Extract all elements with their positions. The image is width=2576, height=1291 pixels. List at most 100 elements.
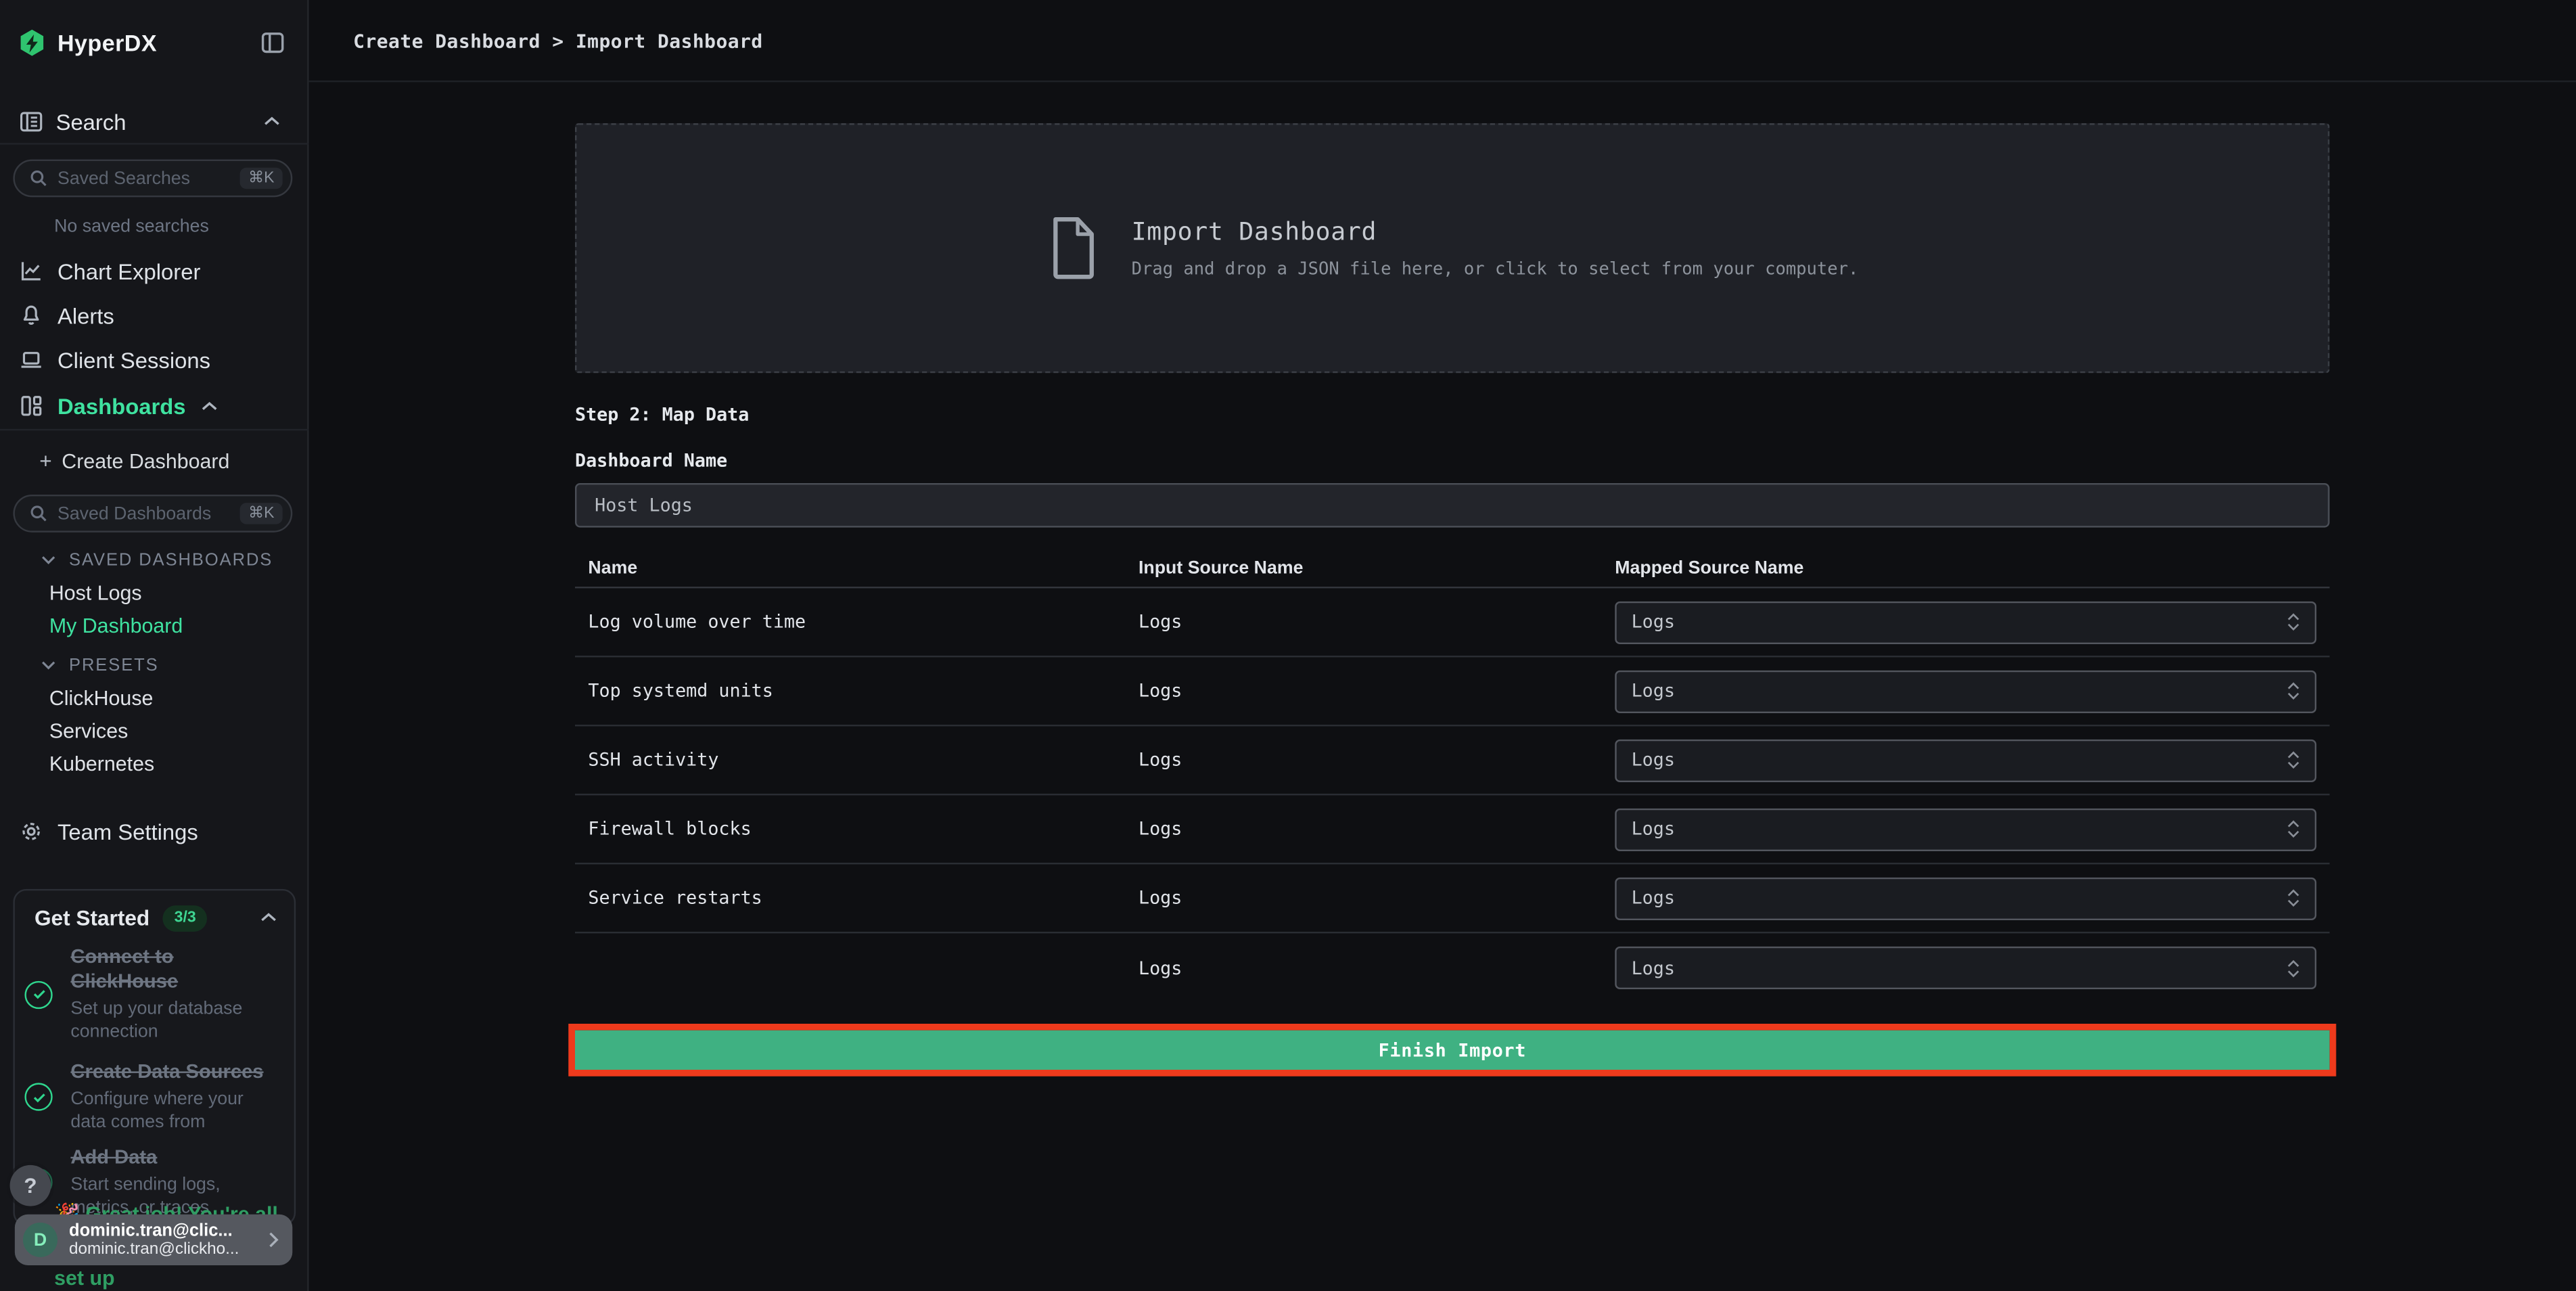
mapped-source-select[interactable]: Logs — [1615, 738, 2317, 782]
mapped-source-select[interactable]: Logs — [1615, 807, 2317, 851]
shortcut-badge: ⌘K — [239, 167, 283, 189]
chevron-down-icon — [42, 661, 55, 670]
table-row: Top systemd units Logs Logs — [574, 657, 2330, 727]
dropzone-title: Import Dashboard — [1131, 217, 1377, 247]
chevron-up-icon — [263, 116, 281, 127]
nav-item-search[interactable]: Search — [0, 100, 309, 143]
checklist-item-connect[interactable]: Connect to ClickHouse Set up your databa… — [24, 945, 284, 1043]
user-chip[interactable]: D dominic.tran@clic... dominic.tran@clic… — [14, 1214, 293, 1265]
hyperdx-logo-icon — [20, 29, 44, 56]
chevron-up-down-icon — [2287, 682, 2300, 700]
nav-item-dashboards[interactable]: Dashboards — [0, 388, 309, 424]
chevron-up-down-icon — [2287, 613, 2300, 631]
shortcut-badge: ⌘K — [239, 502, 283, 525]
get-started-card: Get Started 3/3 Connect to ClickHouse Se… — [13, 888, 296, 1226]
row-input-source: Logs — [1138, 887, 1182, 909]
checklist-desc: Set up your database connection — [70, 999, 243, 1042]
row-name: SSH activity — [588, 749, 719, 771]
panel-icon — [261, 32, 284, 53]
mapped-source-select[interactable]: Logs — [1615, 669, 2317, 712]
preset-kubernetes[interactable]: Kubernetes — [49, 752, 154, 775]
row-input-source: Logs — [1138, 611, 1182, 633]
mapped-source-select[interactable]: Logs — [1615, 946, 2317, 989]
table-header-row: Name Input Source Name Mapped Source Nam… — [574, 551, 2330, 589]
row-input-source: Logs — [1138, 749, 1182, 771]
divider — [0, 143, 309, 145]
checklist-desc: Configure where your data comes from — [70, 1089, 244, 1133]
column-header-name: Name — [588, 558, 638, 579]
setup-note-line2: set up — [54, 1267, 115, 1290]
app-title: HyperDX — [57, 29, 158, 56]
preset-clickhouse[interactable]: ClickHouse — [49, 687, 154, 710]
checklist-title: Create Data Sources — [70, 1060, 264, 1083]
nav-item-chart-explorer[interactable]: Chart Explorer — [0, 253, 309, 289]
dashboard-link-my-dashboard[interactable]: My Dashboard — [49, 614, 183, 637]
finish-import-button[interactable]: Finish Import — [574, 1030, 2330, 1070]
progress-badge: 3/3 — [162, 905, 208, 931]
chevron-up-down-icon — [2287, 959, 2300, 977]
table-row: Logs Logs — [575, 933, 2330, 1002]
section-saved-dashboards[interactable]: SAVED DASHBOARDS — [41, 551, 273, 570]
chevron-up-down-icon — [2287, 889, 2300, 907]
check-circle-icon — [24, 1083, 53, 1111]
import-panel: Import Dashboard Drag and drop a JSON fi… — [568, 123, 2337, 1077]
dashboards-grid-icon — [20, 394, 43, 417]
app-window: HyperDX Search ⌘K No saved searches — [0, 0, 2576, 1291]
column-header-mapped-source: Mapped Source Name — [1615, 558, 1804, 579]
saved-searches-search[interactable]: ⌘K — [13, 159, 293, 198]
table-row: Log volume over time Logs Logs — [574, 588, 2330, 658]
row-input-source: Logs — [1138, 818, 1182, 840]
gear-icon — [20, 820, 43, 843]
laptop-icon — [20, 348, 43, 371]
user-email-primary: dominic.tran@clic... — [68, 1220, 233, 1240]
row-input-source: Logs — [1138, 680, 1182, 702]
mapped-source-select[interactable]: Logs — [1615, 600, 2317, 643]
mapping-table: Name Input Source Name Mapped Source Nam… — [574, 551, 2330, 1003]
divider — [0, 428, 309, 431]
sidebar: HyperDX Search ⌘K No saved searches — [0, 0, 309, 1291]
chevron-up-down-icon — [2287, 820, 2300, 838]
create-dashboard-button[interactable]: + Create Dashboard — [39, 449, 229, 473]
mapped-source-select[interactable]: Logs — [1615, 876, 2317, 920]
row-name: Firewall blocks — [588, 818, 752, 840]
table-row: Firewall blocks Logs Logs — [574, 795, 2330, 865]
column-header-input-source: Input Source Name — [1138, 558, 1304, 579]
section-presets[interactable]: PRESETS — [41, 656, 159, 675]
sidebar-collapse-button[interactable] — [261, 32, 284, 53]
chevron-up-icon — [200, 400, 218, 411]
row-name: Top systemd units — [588, 680, 773, 702]
chevron-down-icon — [42, 556, 55, 565]
breadcrumb-import-dashboard: Import Dashboard — [575, 28, 763, 52]
dashboard-name-input[interactable] — [574, 482, 2330, 528]
saved-dashboards-search[interactable]: ⌘K — [13, 494, 293, 533]
file-dropzone[interactable]: Import Dashboard Drag and drop a JSON fi… — [574, 123, 2330, 373]
search-icon — [30, 505, 48, 523]
dashboard-link-host-logs[interactable]: Host Logs — [49, 582, 142, 605]
logo-row: HyperDX — [0, 22, 309, 64]
row-input-source: Logs — [1138, 957, 1182, 979]
checklist-item-sources[interactable]: Create Data Sources Configure where your… — [24, 1060, 284, 1133]
breadcrumb: Create Dashboard > Import Dashboard — [353, 28, 763, 51]
preset-services[interactable]: Services — [49, 720, 128, 743]
saved-dashboards-input[interactable] — [57, 503, 231, 524]
checklist-title: Connect to ClickHouse — [70, 945, 179, 993]
question-icon: ? — [24, 1173, 37, 1198]
plus-icon: + — [39, 448, 52, 474]
annotation-highlight: Finish Import — [568, 1023, 2337, 1077]
bell-icon — [20, 304, 43, 327]
breadcrumb-separator: > — [552, 28, 564, 52]
nav-item-team-settings[interactable]: Team Settings — [0, 813, 309, 849]
saved-searches-input[interactable] — [57, 168, 231, 189]
nav-item-client-sessions[interactable]: Client Sessions — [0, 342, 309, 378]
table-row: Service restarts Logs Logs — [574, 864, 2330, 934]
nav-item-alerts[interactable]: Alerts — [0, 298, 309, 334]
step-heading: Step 2: Map Data — [574, 404, 750, 426]
help-button[interactable]: ? — [9, 1164, 51, 1206]
main-area: Create Dashboard > Import Dashboard Impo… — [308, 0, 2576, 1291]
get-started-header[interactable]: Get Started 3/3 — [34, 905, 277, 931]
check-circle-icon — [24, 980, 53, 1008]
chart-icon — [20, 260, 43, 283]
breadcrumb-create-dashboard[interactable]: Create Dashboard — [353, 28, 540, 51]
chevron-up-icon — [260, 912, 278, 924]
get-started-title: Get Started — [34, 905, 150, 931]
